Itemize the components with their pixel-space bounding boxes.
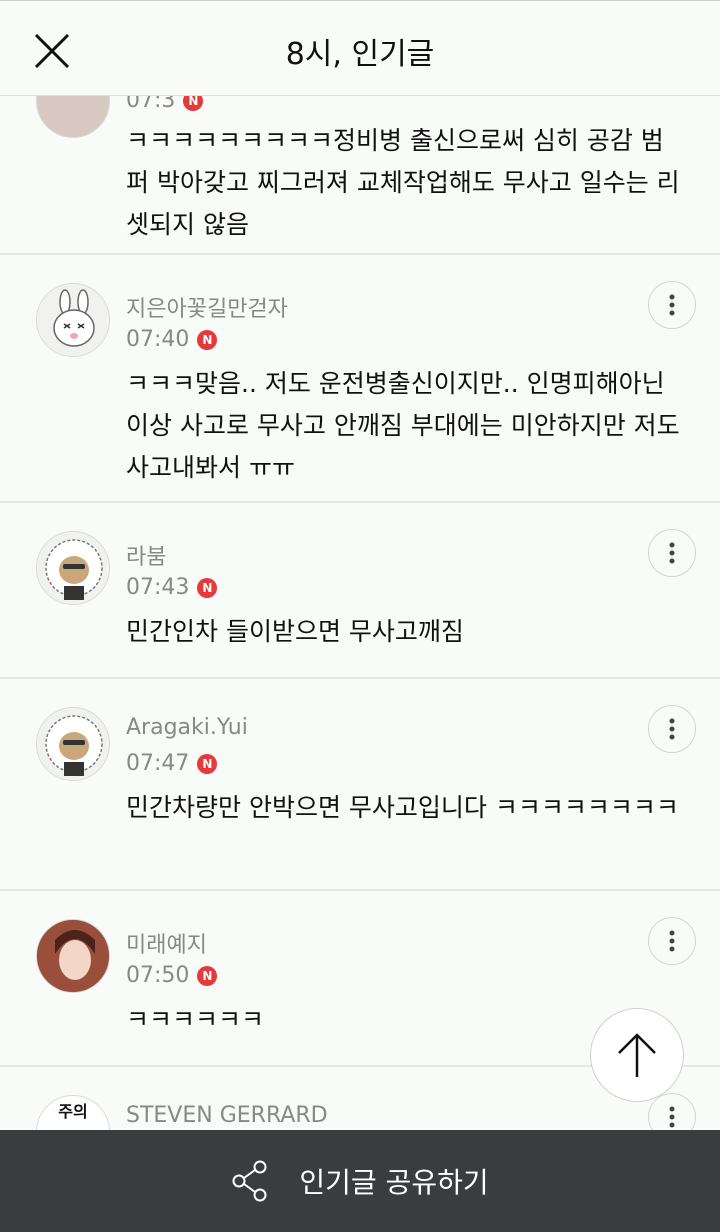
lion-avatar-icon <box>45 539 103 600</box>
comment-author[interactable]: 미래예지 <box>126 927 207 959</box>
avatar[interactable] <box>36 96 110 138</box>
comment-text: 민간차량만 안박으면 무사고입니다 ㅋㅋㅋㅋㅋㅋㅋㅋ <box>126 793 679 822</box>
new-badge: N <box>197 329 218 350</box>
comment-author[interactable]: 라붐 <box>126 539 166 571</box>
comment-item: 라붐 07:43 N 민간인차 들이받으면 무사고깨짐 <box>0 503 720 679</box>
more-vertical-icon <box>669 542 675 564</box>
comment-time: 07:40 <box>126 327 190 352</box>
new-badge: N <box>183 96 204 111</box>
more-vertical-icon <box>669 930 675 952</box>
rabbit-avatar-icon <box>53 289 95 347</box>
more-vertical-icon <box>669 718 675 740</box>
share-label: 인기글 공유하기 <box>299 1166 489 1199</box>
avatar[interactable] <box>36 919 110 993</box>
avatar-label: 주의 <box>58 1102 88 1121</box>
comment-time: 07:47 <box>126 751 190 776</box>
comment-feed[interactable]: 07:3 N ㅋㅋㅋㅋㅋㅋㅋㅋㅋ정비병 출신으로써 심히 공감 범퍼 박아갖고 … <box>0 96 720 1130</box>
app-header: 8시, 인기글 <box>0 0 720 96</box>
comment-author[interactable]: STEVEN GERRARD <box>126 1103 328 1128</box>
page-title: 8시, 인기글 <box>285 37 435 72</box>
avatar[interactable] <box>36 531 110 605</box>
avatar[interactable]: 주의 <box>36 1095 110 1130</box>
comment-text: ㅋㅋㅋㅋㅋㅋㅋㅋㅋ정비병 출신으로써 심히 공감 범퍼 박아갖고 찌그러져 교체… <box>126 126 680 239</box>
comment-time: 07:43 <box>126 575 190 600</box>
avatar[interactable] <box>36 707 110 781</box>
more-options-button[interactable] <box>648 1093 696 1130</box>
scroll-to-top-button[interactable] <box>590 1008 684 1102</box>
comment-text: 민간인차 들이받으면 무사고깨짐 <box>126 617 464 646</box>
profile-photo-icon <box>37 920 109 992</box>
comment-text: ㅋㅋㅋ맞음.. 저도 운전병출신이지만.. 인명피해아닌 이상 사고로 무사고 … <box>126 369 680 482</box>
comment-author[interactable]: Aragaki.Yui <box>126 715 248 740</box>
more-vertical-icon <box>669 294 675 316</box>
more-options-button[interactable] <box>648 281 696 329</box>
arrow-up-icon <box>618 1033 656 1077</box>
new-badge: N <box>197 753 218 774</box>
avatar[interactable] <box>36 283 110 357</box>
more-options-button[interactable] <box>648 917 696 965</box>
comment-author[interactable]: 지은아꽃길만걷자 <box>126 291 288 323</box>
comment-item: 지은아꽃길만걷자 07:40 N ㅋㅋㅋ맞음.. 저도 운전병출신이지만.. 인… <box>0 255 720 503</box>
more-vertical-icon <box>669 1106 675 1128</box>
new-badge: N <box>197 965 218 986</box>
comment-time: 07:3 <box>126 96 176 113</box>
comment-time: 07:50 <box>126 963 190 988</box>
new-badge: N <box>197 577 218 598</box>
more-options-button[interactable] <box>648 529 696 577</box>
comment-item: 07:3 N ㅋㅋㅋㅋㅋㅋㅋㅋㅋ정비병 출신으로써 심히 공감 범퍼 박아갖고 … <box>0 96 720 255</box>
share-button[interactable]: 인기글 공유하기 <box>0 1130 720 1232</box>
share-icon <box>232 1160 267 1202</box>
comment-item: Aragaki.Yui 07:47 N 민간차량만 안박으면 무사고입니다 ㅋㅋ… <box>0 679 720 891</box>
more-options-button[interactable] <box>648 705 696 753</box>
lion-avatar-icon <box>45 715 103 776</box>
